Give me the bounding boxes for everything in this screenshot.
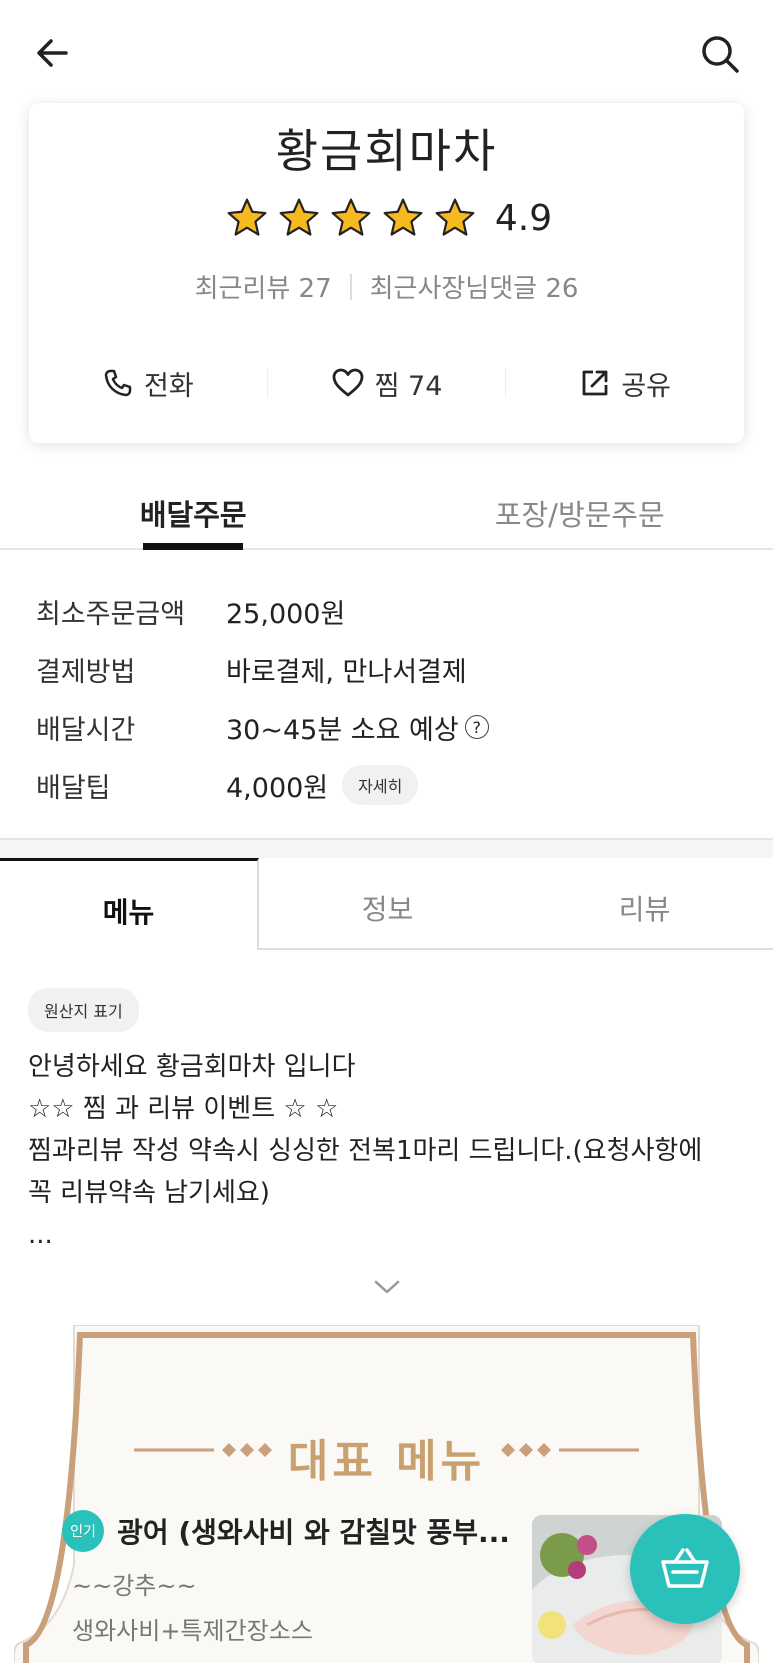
tab-pickup-order[interactable]: 포장/방문주문: [387, 470, 773, 548]
call-label: 전화: [143, 370, 194, 402]
content-tabs: 메뉴 정보 리뷰: [0, 858, 773, 950]
menu-item-name: 광어 (생와사비 와 감칠맛 풍부...: [117, 1516, 510, 1549]
call-button[interactable]: 전화: [29, 353, 267, 413]
chevron-down-icon: [374, 1280, 400, 1294]
featured-menu-item[interactable]: 인기 광어 (생와사비 와 감칠맛 풍부... ~~강추~~ 생와사비+특제간장…: [62, 1510, 522, 1646]
owner-replies-count[interactable]: 최근사장님댓글 26: [370, 268, 579, 305]
tab-menu[interactable]: 메뉴: [0, 858, 259, 950]
min-order-value: 25,000원: [226, 598, 346, 630]
featured-menu-title: 대표 메뉴: [287, 1436, 486, 1487]
top-bar: [0, 0, 773, 100]
store-info-card: 황금회마차 4.9 최근리뷰 27 최근사장님댓글 26 전화 찜 74 공유: [29, 103, 744, 443]
notice-line: 꼭 리뷰약속 남기세요): [28, 1178, 270, 1208]
featured-menu-section: 대표 메뉴 인기 광어 (생와사비 와 감칠맛 풍부... ~~강추~~ 생와사…: [14, 1325, 759, 1663]
popular-badge: 인기: [62, 1510, 104, 1552]
min-order-label: 최소주문금액: [36, 598, 186, 630]
notice-line: 찜과리뷰 작성 약속시 싱싱한 전복1마리 드립니다.(요청사항에: [28, 1136, 703, 1166]
star-icon: [331, 198, 371, 236]
info-row-delivery-tip: 배달팁 4,000원 자세히: [36, 756, 736, 814]
delivery-tip-label: 배달팁: [36, 772, 111, 804]
tab-info[interactable]: 정보: [259, 858, 516, 950]
delivery-tip-value-wrap: 4,000원 자세히: [226, 765, 419, 805]
divider: [349, 273, 352, 300]
delivery-time-label: 배달시간: [36, 714, 136, 746]
search-icon: [702, 36, 739, 73]
tab-delivery-order-label: 배달주문: [139, 498, 247, 532]
notice-line: ...: [28, 1220, 53, 1250]
review-stats[interactable]: 최근리뷰 27 최근사장님댓글 26: [29, 268, 744, 305]
share-button[interactable]: 공유: [506, 353, 744, 413]
section-divider: [0, 838, 773, 860]
payment-label: 결제방법: [36, 656, 136, 688]
search-button[interactable]: [698, 32, 742, 76]
delivery-time-value-wrap: 30~45분 소요 예상 ?: [226, 708, 489, 747]
like-button[interactable]: 찜 74: [268, 353, 506, 413]
info-row-delivery-time: 배달시간 30~45분 소요 예상 ?: [36, 698, 736, 756]
expand-notice-button[interactable]: [372, 1278, 402, 1300]
store-notice[interactable]: 안녕하세요 황금회마차 입니다 ☆☆ 찜 과 리뷰 이벤트 ☆ ☆ 찜과리뷰 작…: [28, 1046, 748, 1256]
star-icon: [227, 198, 267, 236]
delivery-tip-value: 4,000원: [226, 772, 329, 804]
heart-icon: [332, 368, 364, 397]
order-info-table: 최소주문금액 25,000원 결제방법 바로결제, 만나서결제 배달시간 30~…: [36, 582, 736, 814]
title-ornament-right: [501, 1443, 639, 1457]
store-actions: 전화 찜 74 공유: [29, 353, 744, 413]
tab-pickup-order-label: 포장/방문주문: [494, 498, 665, 532]
like-label: 찜 74: [374, 370, 443, 402]
rating-value: 4.9: [494, 197, 553, 239]
cart-button[interactable]: [630, 1514, 740, 1624]
delivery-tip-detail-button[interactable]: 자세히: [342, 765, 419, 805]
store-name: 황금회마차: [275, 124, 498, 178]
info-row-min-order: 최소주문금액 25,000원: [36, 582, 736, 640]
share-icon: [582, 370, 608, 396]
phone-icon: [104, 369, 132, 397]
menu-item-description: 생와사비+특제간장소스: [72, 1617, 313, 1645]
notice-line: 안녕하세요 황금회마차 입니다: [28, 1052, 356, 1082]
delivery-time-value: 30~45분 소요 예상: [226, 714, 459, 746]
rating-row: 4.9: [29, 193, 744, 243]
recent-reviews-count[interactable]: 최근리뷰 27: [195, 268, 332, 305]
star-icon: [435, 198, 475, 236]
shopping-basket-icon: [661, 1548, 709, 1588]
origin-label-button[interactable]: 원산지 표기: [28, 988, 139, 1032]
back-button[interactable]: [32, 32, 72, 72]
tab-delivery-order[interactable]: 배달주문: [0, 470, 387, 550]
share-label: 공유: [621, 370, 672, 402]
order-type-tabs: 배달주문 포장/방문주문: [0, 470, 773, 550]
star-icon: [383, 198, 423, 236]
menu-item-description: ~~강추~~: [72, 1572, 197, 1600]
arrow-left-icon: [37, 39, 68, 67]
tab-review[interactable]: 리뷰: [516, 858, 773, 950]
payment-value: 바로결제, 만나서결제: [226, 656, 467, 688]
info-row-payment: 결제방법 바로결제, 만나서결제: [36, 640, 736, 698]
notice-line: ☆☆ 찜 과 리뷰 이벤트 ☆ ☆: [28, 1094, 339, 1124]
active-tab-indicator: [143, 543, 244, 550]
star-icon: [279, 198, 319, 236]
help-icon[interactable]: ?: [464, 715, 489, 739]
